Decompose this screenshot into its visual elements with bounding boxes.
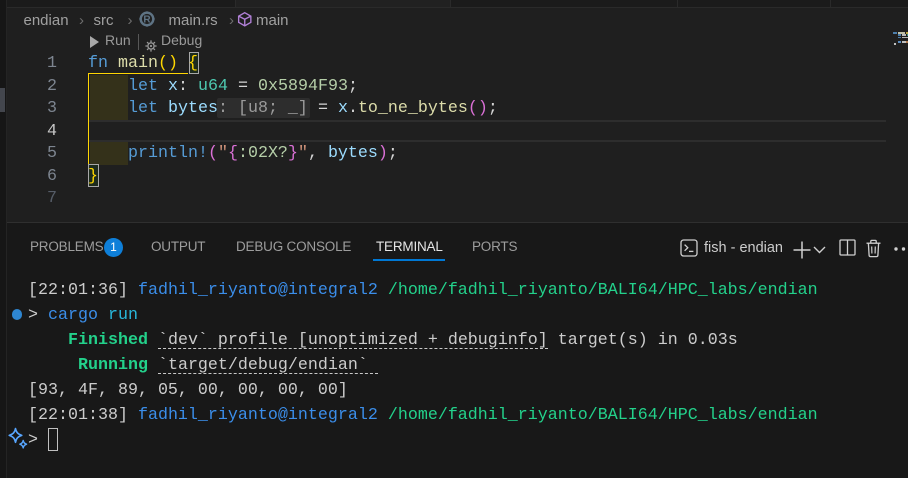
svg-text:R: R	[143, 15, 151, 26]
